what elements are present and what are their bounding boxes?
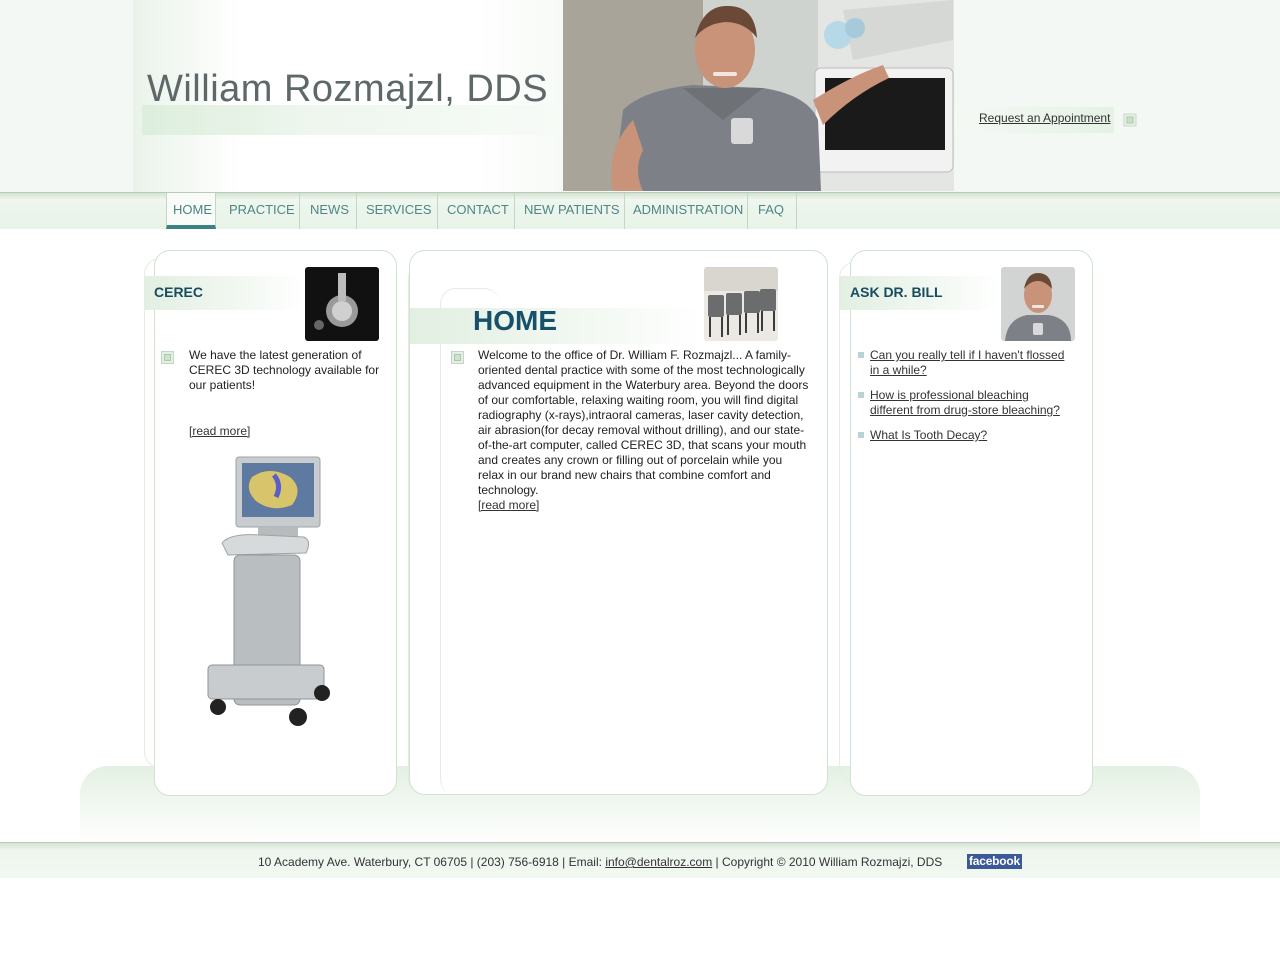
question-link[interactable]: How is professional bleaching different …	[870, 388, 1060, 417]
home-read-more-link[interactable]: [read more]	[478, 498, 539, 513]
bullet-square-icon	[858, 392, 864, 398]
cerec-title: CEREC	[154, 284, 204, 300]
site-title: William Rozmajzl, DDS	[147, 68, 549, 110]
site-footer: 10 Academy Ave. Waterbury, CT 06705 | (2…	[0, 842, 1280, 878]
home-bullet-icon	[451, 351, 464, 364]
nav-news[interactable]: NEWS	[300, 193, 357, 229]
nav-administration[interactable]: ADMINISTRATION	[625, 193, 748, 229]
footer-copyright: | Copyright © 2010 William Rozmajzi, DDS	[712, 855, 943, 869]
nav-practice[interactable]: PRACTICE	[216, 193, 300, 229]
cerec-body: We have the latest generation of CEREC 3…	[189, 348, 380, 392]
ask-question-list: Can you really tell if I haven't flossed…	[858, 348, 1074, 453]
list-item: How is professional bleaching different …	[858, 388, 1074, 418]
nav-items: HOME PRACTICE NEWS SERVICES CONTACT NEW …	[166, 193, 797, 229]
main-nav: HOME PRACTICE NEWS SERVICES CONTACT NEW …	[0, 192, 1280, 229]
dr-bill-thumbnail	[1001, 267, 1075, 341]
home-body: Welcome to the office of Dr. William F. …	[478, 348, 809, 497]
facebook-button[interactable]: facebook	[967, 854, 1022, 869]
nav-contact[interactable]: CONTACT	[438, 193, 515, 229]
request-appointment-link[interactable]: Request an Appointment	[979, 111, 1110, 125]
waiting-room-thumbnail	[704, 267, 778, 341]
footer-address: 10 Academy Ave. Waterbury, CT 06705 | (2…	[258, 855, 606, 869]
dentist-photo	[563, 0, 954, 191]
site-header: William Rozmajzl, DDS Request an Appoint…	[0, 0, 1280, 192]
nav-faq[interactable]: FAQ	[748, 193, 797, 229]
cerec-read-more-link[interactable]: [read more]	[189, 424, 250, 439]
question-link[interactable]: What Is Tooth Decay?	[870, 428, 987, 442]
footer-email-link[interactable]: info@dentalroz.com	[605, 855, 712, 869]
list-item: Can you really tell if I haven't flossed…	[858, 348, 1074, 378]
home-heading: HOME	[473, 305, 557, 336]
nav-services[interactable]: SERVICES	[357, 193, 438, 229]
footer-text: 10 Academy Ave. Waterbury, CT 06705 | (2…	[258, 855, 942, 869]
cerec-thumbnail	[305, 267, 379, 341]
nav-new-patients[interactable]: NEW PATIENTS	[515, 193, 625, 229]
cerec-machine-image	[200, 455, 340, 735]
cerec-bullet-icon	[161, 351, 174, 364]
ask-title: ASK DR. BILL	[850, 284, 943, 300]
list-item: What Is Tooth Decay?	[858, 428, 1074, 443]
appointment-icon	[1123, 113, 1137, 127]
bullet-square-icon	[858, 352, 864, 358]
question-link[interactable]: Can you really tell if I haven't flossed…	[870, 348, 1064, 377]
nav-home[interactable]: HOME	[166, 193, 216, 229]
bullet-square-icon	[858, 432, 864, 438]
